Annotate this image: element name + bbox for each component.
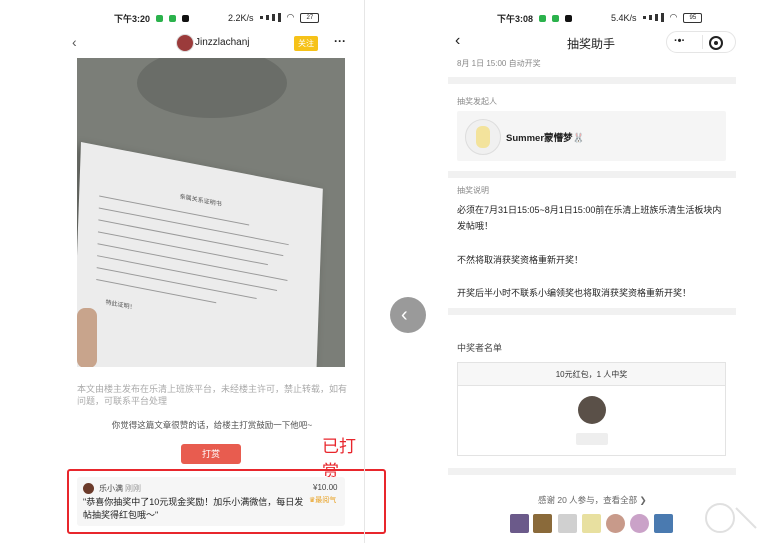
left-screen: 下午3:20 2.2K/s ◠ 27 ‹ Jinzzlachanj 关注 ···… <box>0 0 386 543</box>
wifi-icon: ◠ <box>669 12 678 22</box>
table-shape <box>137 58 287 118</box>
wechat-icon <box>169 15 177 22</box>
tiktok-icon <box>565 15 573 22</box>
participants-link[interactable]: 感谢 20 人参与，查看全部 ❯ <box>538 494 647 506</box>
status-time: 下午3:20 <box>114 14 151 24</box>
tiktok-icon <box>182 15 190 22</box>
avatar[interactable] <box>176 34 194 52</box>
description-label: 抽奖说明 <box>457 186 489 195</box>
prize-title: 10元红包，1 人中奖 <box>555 370 628 379</box>
capsule-menu: ·•· <box>666 31 736 53</box>
rule-text-3: 开奖后半小时不联系小编领奖也将取消获奖资格重新开奖！ <box>457 288 692 298</box>
username[interactable]: Jinzzlachanj <box>195 37 249 48</box>
appreciate-text: 你觉得这篇文章很赞的话，给楼主打赏鼓励一下他吧~ <box>111 420 313 430</box>
battery-icon: 95 <box>683 12 703 23</box>
chevron-left-icon: ‹ <box>401 304 408 326</box>
participant-avatar[interactable] <box>630 514 649 533</box>
participant-avatar[interactable] <box>654 514 673 533</box>
document-paper: 亲属关系证明书 特此证明！ <box>77 142 323 367</box>
signal-icon <box>259 13 281 22</box>
back-icon[interactable]: ‹ <box>455 32 460 50</box>
initiator-label: 抽奖发起人 <box>457 97 497 106</box>
page-title: 抽奖助手 <box>567 37 616 51</box>
more-button[interactable]: ·•· <box>674 35 685 47</box>
nav-bar: ‹ Jinzzlachanj 关注 ··· <box>0 32 364 54</box>
status-bar-right-right: 5.4K/s ◠ 95 <box>611 12 703 23</box>
finger-shape <box>77 308 97 367</box>
initiator-card[interactable]: Summer蒙懵梦🐰 <box>457 111 726 161</box>
wechat-icon <box>156 15 164 22</box>
reward-button[interactable]: 打赏 <box>181 444 241 464</box>
rule-text-2: 不然将取消获奖资格重新开奖！ <box>457 255 584 265</box>
winner-name-blur <box>576 433 608 445</box>
watermark-icon <box>700 498 760 538</box>
prev-arrow-button[interactable]: ‹ <box>390 297 426 333</box>
highlight-box <box>67 469 386 534</box>
status-bar-left-right: 2.2K/s ◠ 27 <box>228 12 320 23</box>
more-button[interactable]: ··· <box>334 34 346 48</box>
draw-time: 8月 1日 15:00 自动开奖 <box>457 59 541 68</box>
winners-label: 中奖者名单 <box>457 343 503 353</box>
winner-box: 10元红包，1 人中奖 <box>457 362 726 456</box>
back-icon[interactable]: ‹ <box>72 34 77 50</box>
status-bar-left: 下午3:20 <box>114 12 190 25</box>
status-bar-right: 下午3:08 <box>497 12 573 25</box>
battery-icon: 27 <box>300 12 320 23</box>
participant-avatar[interactable] <box>510 514 529 533</box>
follow-button[interactable]: 关注 <box>294 36 318 51</box>
participant-avatar[interactable] <box>606 514 625 533</box>
target-icon[interactable] <box>709 36 723 50</box>
wechat-icon <box>552 15 560 22</box>
wechat-icon <box>539 15 547 22</box>
initiator-name: Summer蒙懵梦🐰 <box>506 133 585 144</box>
copyright-notice: 本文由楼主发布在乐清上班族平台，未经楼主许可，禁止转载，如有问题，可联系平台处理 <box>77 384 348 406</box>
participant-avatar[interactable] <box>558 514 577 533</box>
wifi-icon: ◠ <box>286 12 295 22</box>
network-speed: 2.2K/s <box>228 12 254 23</box>
participant-avatar[interactable] <box>582 514 601 533</box>
status-time: 下午3:08 <box>497 14 534 24</box>
post-image[interactable]: 亲属关系证明书 特此证明！ <box>77 58 345 367</box>
participant-avatar[interactable] <box>533 514 552 533</box>
rule-text-1: 必须在7月31日15:05~8月1日15:00前在乐清上班族乐清生活板块内发帖哦… <box>457 205 722 231</box>
winner-avatar[interactable] <box>578 396 606 424</box>
network-speed: 5.4K/s <box>611 12 637 23</box>
avatar <box>465 119 501 155</box>
signal-icon <box>642 13 664 22</box>
